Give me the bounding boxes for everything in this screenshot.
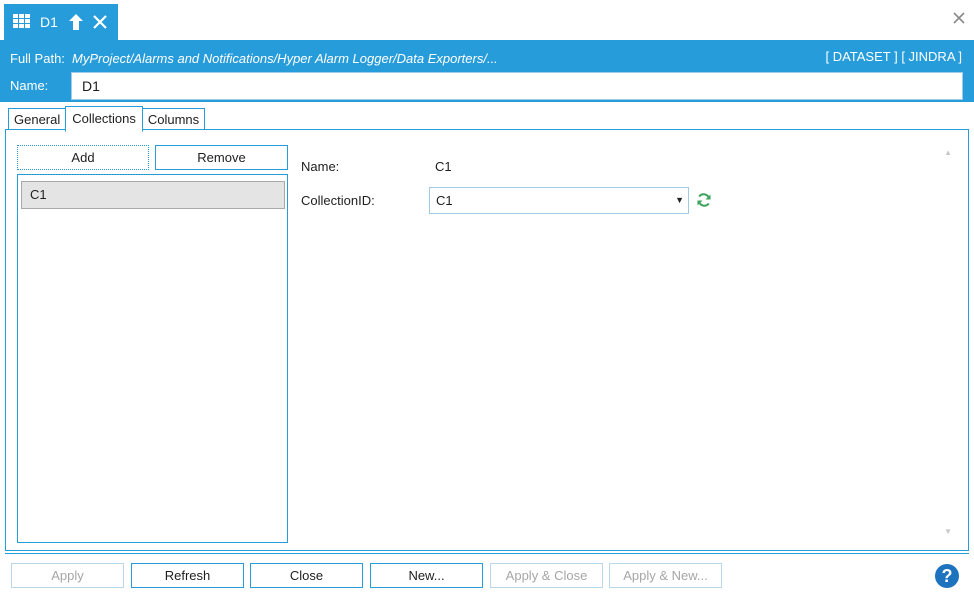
full-path-label: Full Path: xyxy=(10,50,65,66)
name-input[interactable] xyxy=(71,72,963,100)
tab-collections[interactable]: Collections xyxy=(65,106,143,132)
refresh-button[interactable]: Refresh xyxy=(131,563,244,588)
full-path-row: Full Path: MyProject/Alarms and Notifica… xyxy=(10,49,962,67)
footer-toolbar: Apply Refresh Close New... Apply & Close… xyxy=(5,553,969,597)
collection-name-label: Name: xyxy=(301,159,340,174)
apply-new-button[interactable]: Apply & New... xyxy=(609,563,722,588)
collection-name-value: C1 xyxy=(435,159,452,174)
document-tab-strip: D1 xyxy=(0,0,974,40)
document-tab-title: D1 xyxy=(40,14,58,30)
close-button[interactable]: Close xyxy=(250,563,363,588)
close-tab-icon[interactable] xyxy=(92,14,108,30)
new-button[interactable]: New... xyxy=(370,563,483,588)
collection-id-label: CollectionID: xyxy=(301,193,375,208)
help-icon[interactable]: ? xyxy=(935,564,959,588)
tab-columns[interactable]: Columns xyxy=(141,108,206,130)
dropdown-arrow-icon: ▼ xyxy=(675,195,684,205)
list-item[interactable]: C1 xyxy=(21,181,285,209)
add-button[interactable]: Add xyxy=(17,145,149,170)
remove-button[interactable]: Remove xyxy=(155,145,288,170)
document-tab[interactable]: D1 xyxy=(4,4,118,40)
object-tags: [ DATASET ] [ JINDRA ] xyxy=(825,49,962,64)
scroll-down-icon[interactable]: ▼ xyxy=(944,527,952,536)
collection-id-value: C1 xyxy=(436,193,453,208)
full-path-value: MyProject/Alarms and Notifications/Hyper… xyxy=(72,50,498,66)
object-header: Full Path: MyProject/Alarms and Notifica… xyxy=(0,40,974,102)
collections-list: C1 xyxy=(17,174,288,543)
name-row: Name: xyxy=(0,72,974,100)
apply-close-button[interactable]: Apply & Close xyxy=(490,563,603,588)
refresh-icon[interactable] xyxy=(696,192,712,208)
apply-button[interactable]: Apply xyxy=(11,563,124,588)
scroll-up-icon[interactable]: ▲ xyxy=(944,148,952,157)
window-close-icon[interactable] xyxy=(952,11,966,25)
name-label: Name: xyxy=(10,78,49,93)
collections-panel: Add Remove C1 Name: C1 CollectionID: C1 … xyxy=(5,129,969,551)
collection-id-select[interactable]: C1 ▼ xyxy=(429,187,689,214)
property-tabs: General Collections Columns xyxy=(8,106,206,132)
arrow-up-icon[interactable] xyxy=(68,13,84,31)
tab-general[interactable]: General xyxy=(8,108,67,130)
grid-icon xyxy=(13,14,31,30)
